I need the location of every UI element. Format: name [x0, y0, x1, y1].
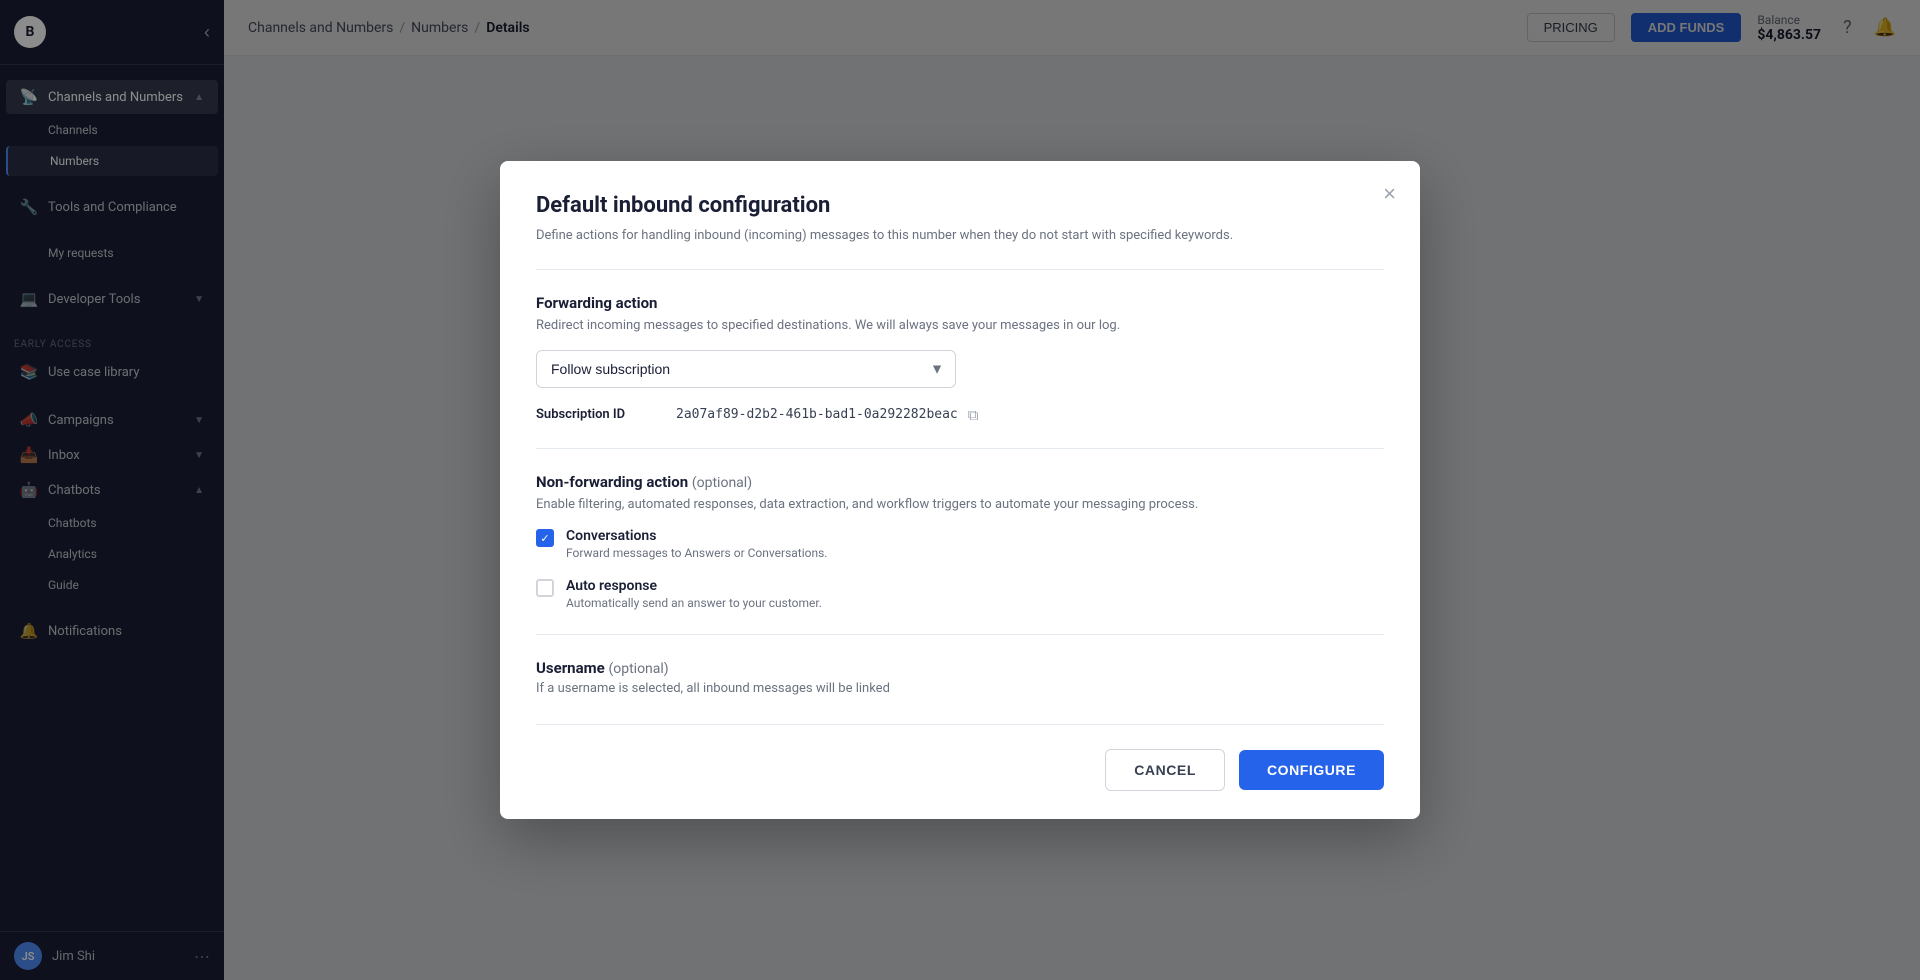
- auto-response-checkbox-row: Auto response Automatically send an answ…: [536, 578, 1384, 610]
- modal-description: Define actions for handling inbound (inc…: [536, 226, 1384, 246]
- forwarding-section-title: Forwarding action: [536, 294, 1384, 312]
- conversations-text: Conversations Forward messages to Answer…: [566, 528, 827, 560]
- non-forwarding-title: Non-forwarding action (optional): [536, 473, 1384, 491]
- subscription-id-label: Subscription ID: [536, 407, 666, 422]
- auto-response-text: Auto response Automatically send an answ…: [566, 578, 822, 610]
- modal-header: Default inbound configuration Define act…: [536, 193, 1384, 246]
- conversations-checkbox[interactable]: ✓: [536, 529, 554, 547]
- non-forwarding-optional: (optional): [692, 475, 752, 491]
- modal-title: Default inbound configuration: [536, 193, 1384, 218]
- conversations-checkbox-row: ✓ Conversations Forward messages to Answ…: [536, 528, 1384, 560]
- copy-icon[interactable]: ⧉: [968, 406, 979, 424]
- auto-response-desc: Automatically send an answer to your cus…: [566, 596, 822, 610]
- forwarding-action-section: Forwarding action Redirect incoming mess…: [536, 294, 1384, 388]
- subscription-id-row: Subscription ID 2a07af89-d2b2-461b-bad1-…: [536, 406, 1384, 424]
- auto-response-checkbox[interactable]: [536, 579, 554, 597]
- modal-divider-2: [536, 448, 1384, 449]
- username-section-desc: If a username is selected, all inbound m…: [536, 681, 1384, 696]
- checkmark-icon: ✓: [540, 532, 549, 545]
- forwarding-dropdown-wrapper: Follow subscription Forward to URL Forwa…: [536, 350, 956, 388]
- non-forwarding-section: Non-forwarding action (optional) Enable …: [536, 473, 1384, 611]
- modal-dialog: Default inbound configuration Define act…: [500, 161, 1420, 820]
- auto-response-label: Auto response: [566, 578, 822, 594]
- non-forwarding-desc: Enable filtering, automated responses, d…: [536, 495, 1384, 515]
- configure-button[interactable]: CONFIGURE: [1239, 750, 1384, 790]
- conversations-label: Conversations: [566, 528, 827, 544]
- forwarding-section-desc: Redirect incoming messages to specified …: [536, 316, 1384, 336]
- modal-footer: CANCEL CONFIGURE: [536, 724, 1384, 819]
- modal-close-button[interactable]: ×: [1383, 181, 1396, 207]
- username-section: Username (optional) If a username is sel…: [536, 659, 1384, 696]
- subscription-id-value: 2a07af89-d2b2-461b-bad1-0a292282beac: [676, 407, 958, 422]
- username-optional-label: (optional): [608, 661, 668, 677]
- conversations-desc: Forward messages to Answers or Conversat…: [566, 546, 827, 560]
- forwarding-action-dropdown[interactable]: Follow subscription Forward to URL Forwa…: [536, 350, 956, 388]
- cancel-button[interactable]: CANCEL: [1105, 749, 1225, 791]
- modal-overlay[interactable]: Default inbound configuration Define act…: [0, 0, 1920, 980]
- modal-divider-1: [536, 269, 1384, 270]
- modal-divider-3: [536, 634, 1384, 635]
- username-section-title: Username (optional): [536, 659, 1384, 677]
